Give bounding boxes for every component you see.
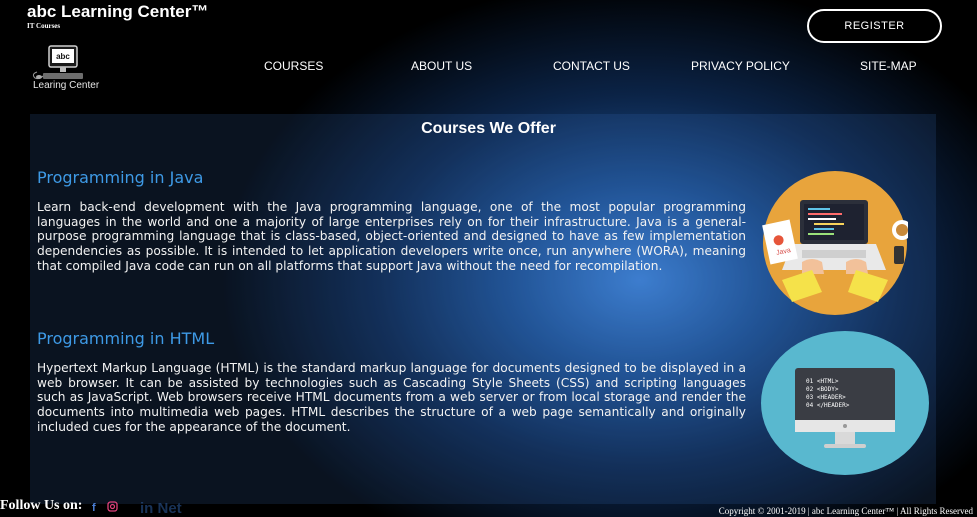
brand-title: abc Learning Center™ xyxy=(27,2,209,21)
laptop-java-illustration-icon: Java xyxy=(762,171,908,315)
code-line-3: 03 <HEADER> xyxy=(806,394,846,401)
course-heading-java: Programming in Java xyxy=(37,168,204,187)
footer-follow: Follow Us on: f xyxy=(0,498,119,514)
code-line-1: 01 <HTML> xyxy=(806,378,839,385)
nav-contact-us[interactable]: CONTACT US xyxy=(553,59,630,73)
course-description-html: Hypertext Markup Language (HTML) is the … xyxy=(37,361,746,434)
course-heading-html: Programming in HTML xyxy=(37,329,215,348)
brand: abc Learning Center™ IT Courses xyxy=(27,2,208,30)
code-line-2: 02 <BODY> xyxy=(806,386,839,393)
logo-caption: Learing Center xyxy=(33,80,100,91)
nav-courses[interactable]: COURSES xyxy=(264,59,323,73)
svg-text:f: f xyxy=(92,502,96,512)
register-button[interactable]: REGISTER xyxy=(807,9,942,43)
nav-privacy-policy[interactable]: PRIVACY POLICY xyxy=(691,59,790,73)
follow-us-label: Follow Us on: xyxy=(0,498,83,513)
brand-subtitle: IT Courses xyxy=(27,22,61,30)
main-nav: COURSES ABOUT US CONTACT US PRIVACY POLI… xyxy=(0,59,977,75)
nav-about-us[interactable]: ABOUT US xyxy=(411,59,472,73)
page-title: Courses We Offer xyxy=(421,120,556,137)
instagram-icon[interactable] xyxy=(107,500,119,512)
course-description-java: Learn back-end development with the Java… xyxy=(37,200,746,273)
footer-ghost-text: in Net xyxy=(140,500,182,517)
copyright: Copyright © 2001-2019 | abc Learning Cen… xyxy=(718,506,973,516)
monitor-html-code-illustration-icon: 01 <HTML> 02 <BODY> 03 <HEADER> 04 </HEA… xyxy=(761,331,929,475)
facebook-icon[interactable]: f xyxy=(89,501,100,512)
code-line-4: 04 </HEADER> xyxy=(806,402,850,409)
nav-site-map[interactable]: SITE-MAP xyxy=(860,59,917,73)
